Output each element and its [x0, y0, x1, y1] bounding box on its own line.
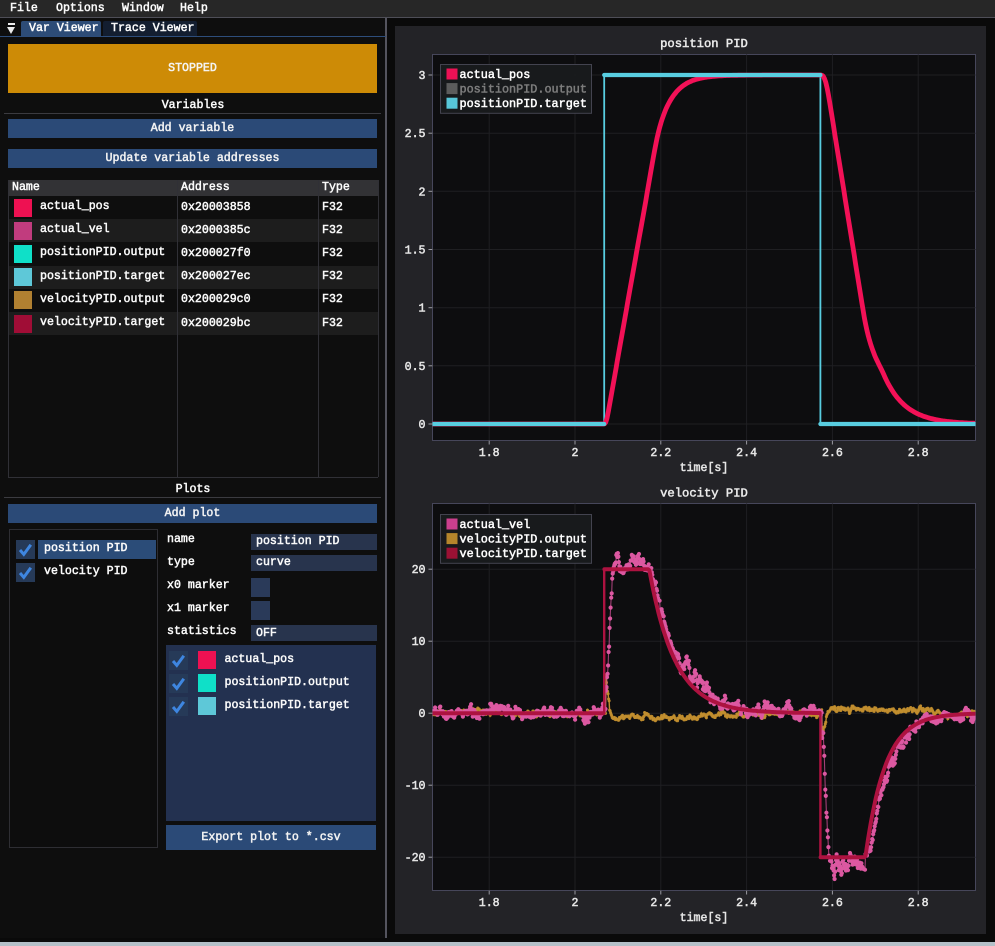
- svg-text:2.4: 2.4: [736, 897, 757, 910]
- svg-text:1.8: 1.8: [479, 897, 500, 910]
- svg-text:2.8: 2.8: [908, 447, 929, 460]
- svg-text:-20: -20: [405, 852, 426, 865]
- svg-text:2: 2: [419, 186, 426, 199]
- svg-text:velocity PID: velocity PID: [660, 487, 748, 501]
- svg-text:time[s]: time[s]: [680, 912, 729, 925]
- svg-text:0.5: 0.5: [405, 361, 426, 374]
- svg-text:2.6: 2.6: [822, 897, 843, 910]
- svg-text:2: 2: [572, 447, 579, 460]
- svg-text:0: 0: [419, 708, 426, 721]
- svg-text:2.8: 2.8: [908, 897, 929, 910]
- svg-text:positionPID.target: positionPID.target: [460, 97, 587, 111]
- svg-text:1.8: 1.8: [479, 447, 500, 460]
- svg-text:2.6: 2.6: [822, 447, 843, 460]
- svg-text:3: 3: [419, 70, 426, 83]
- svg-text:0: 0: [419, 419, 426, 432]
- svg-text:actual_pos: actual_pos: [460, 68, 531, 82]
- svg-text:time[s]: time[s]: [680, 462, 729, 475]
- svg-text:1: 1: [419, 303, 426, 316]
- svg-text:position PID: position PID: [660, 37, 748, 51]
- svg-text:20: 20: [412, 564, 426, 577]
- svg-text:2: 2: [572, 897, 579, 910]
- svg-text:-10: -10: [405, 780, 426, 793]
- svg-text:velocityPID.target: velocityPID.target: [460, 547, 587, 561]
- svg-text:10: 10: [412, 636, 426, 649]
- svg-text:actual_vel: actual_vel: [460, 518, 531, 532]
- svg-text:2.5: 2.5: [405, 128, 426, 141]
- svg-text:positionPID.output: positionPID.output: [460, 83, 587, 97]
- svg-text:2.2: 2.2: [650, 447, 671, 460]
- svg-text:1.5: 1.5: [405, 245, 426, 258]
- svg-text:2.2: 2.2: [650, 897, 671, 910]
- svg-text:velocityPID.output: velocityPID.output: [460, 533, 587, 547]
- svg-text:2.4: 2.4: [736, 447, 757, 460]
